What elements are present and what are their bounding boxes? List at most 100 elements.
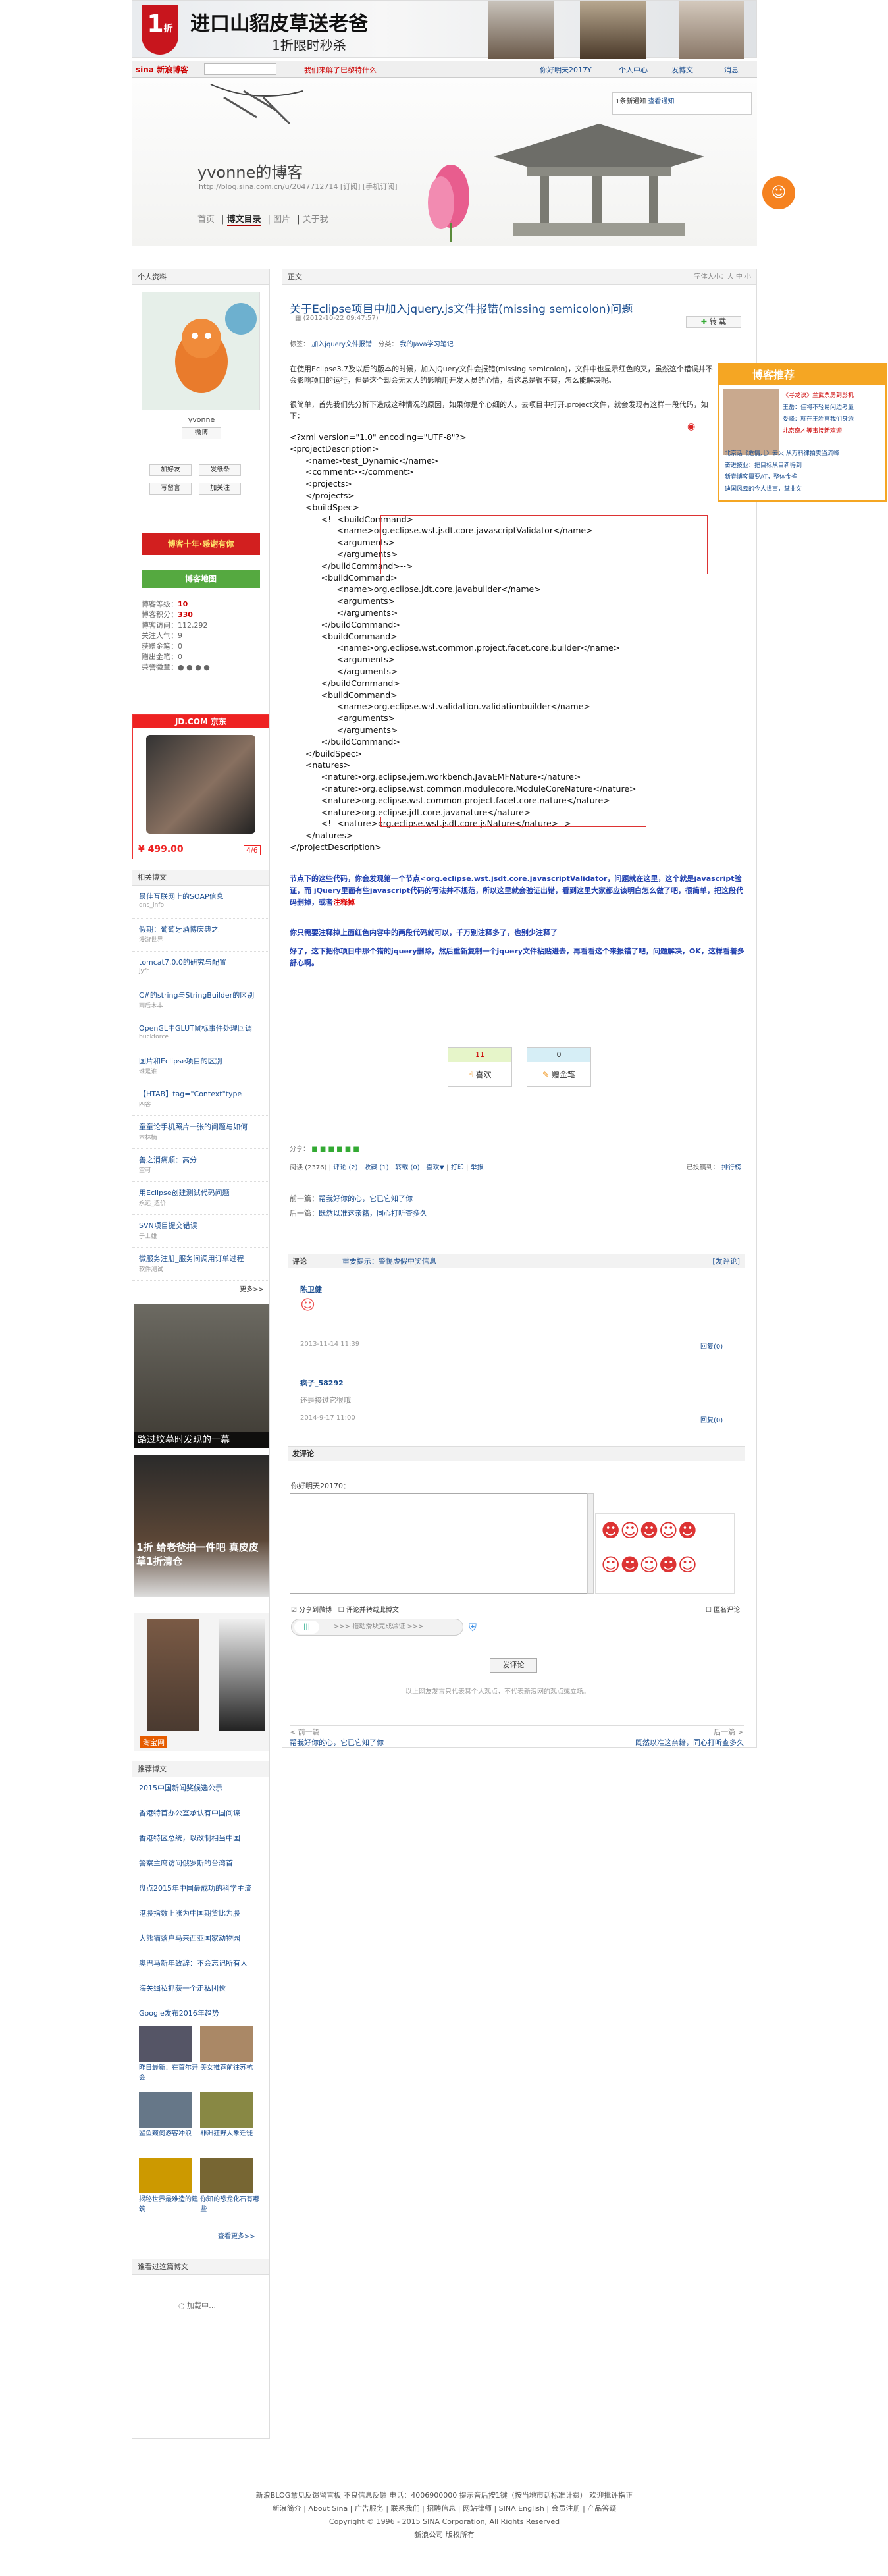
tab-photos[interactable]: 图片: [273, 215, 290, 225]
textarea-scrollbar[interactable]: [587, 1493, 594, 1594]
bottom-prev-link[interactable]: < 前一篇 帮我好你的心，它已它知了你: [290, 1727, 384, 1748]
list-item[interactable]: Google发布2016年趋势: [132, 2002, 269, 2027]
list-item[interactable]: 【HTAB】tag="Context"type 四谷: [132, 1083, 269, 1116]
list-item[interactable]: 大熊猫落户马来西亚国家动物园: [132, 1927, 269, 1952]
bottom-next-link[interactable]: 后一篇 > 既然以准这亲籍，同心打听查多久: [606, 1727, 744, 1748]
font-size-switch[interactable]: 字体大小：大 中 小: [694, 269, 751, 285]
tag-link[interactable]: 加入jquery文件报错: [311, 341, 372, 348]
fur-coat-ad[interactable]: 1折 给老爸拍一件吧 真皮皮草1折清仓: [134, 1455, 269, 1597]
favorite-link[interactable]: 收藏 (1): [364, 1164, 388, 1171]
blog-10-years-badge[interactable]: 博客十年·感谢有你: [142, 533, 260, 555]
thumb-item[interactable]: 美女推荐前往苏杭: [200, 2026, 259, 2092]
list-item[interactable]: 图片和Eclipse项目的区别 谁是谁: [132, 1050, 269, 1083]
list-item[interactable]: 警察主席访问俄罗斯的台湾首: [132, 1852, 269, 1877]
list-item[interactable]: 用Eclipse创建测试代码问题 永远_造价: [132, 1182, 269, 1215]
post-blog-link[interactable]: 发博文: [671, 65, 693, 75]
list-item[interactable]: 2015中国新闻奖候选公示: [132, 1777, 269, 1802]
list-item[interactable]: 盘点2015年中国最成功的科学主流: [132, 1877, 269, 1902]
thumb-item[interactable]: 昨日最新：在首尔开会: [139, 2026, 198, 2092]
blog-title[interactable]: yvonne的博客: [197, 159, 303, 182]
avatar[interactable]: [142, 292, 260, 410]
post-comment-link[interactable]: [发评论]: [712, 1254, 740, 1269]
blog-recommend-ad[interactable]: 博客推荐 《寻龙诀》兰武票房到影机 王岳：佳将不轻易闪边考量 娄峰：就在王岩喜我…: [718, 363, 887, 502]
list-item[interactable]: C#的string与StringBuilder的区别 雨后木本: [132, 984, 269, 1017]
list-item[interactable]: 海关缉私抓获一个走私团伙: [132, 1977, 269, 2002]
send-note-button[interactable]: 发纸条: [199, 464, 242, 476]
weibo-button[interactable]: 微博: [182, 427, 221, 439]
top-banner-ad[interactable]: 1折 进口山貂皮草送老爸 1折限时秒杀: [132, 0, 757, 59]
add-friend-button[interactable]: 加好友: [149, 464, 192, 476]
leave-message-button[interactable]: 写留言: [149, 483, 192, 495]
medal-icons[interactable]: ● ● ● ●: [178, 663, 210, 672]
promo-item[interactable]: 娄峰：就在王岩喜我们身边: [783, 414, 854, 423]
list-item[interactable]: 港股指数上涨为中国期货比为股: [132, 1902, 269, 1927]
report-link[interactable]: 举报: [471, 1164, 484, 1171]
emoji-picker[interactable]: ☻☺☻☺☻ ☺☻☺☻☺: [595, 1513, 735, 1594]
list-item[interactable]: tomcat7.0.0的研究与配置 jyfr: [132, 952, 269, 984]
rank-link[interactable]: 排行榜: [721, 1164, 741, 1171]
anonymous-checkbox[interactable]: ☐ 匿名评论: [706, 1604, 740, 1614]
like-button[interactable]: 11 ☝ 喜欢: [448, 1047, 512, 1087]
list-item[interactable]: 香港特首办公室承认有中国间谍: [132, 1802, 269, 1827]
news-image-ad[interactable]: 路过坟墓时发现的一幕: [134, 1304, 269, 1448]
weibo-share-icon[interactable]: ◉: [687, 421, 695, 432]
prev-post-link[interactable]: 前一篇：帮我好你的心，它已它知了你: [290, 1193, 413, 1204]
user-menu[interactable]: 你好明天2017Y: [540, 65, 592, 75]
list-item[interactable]: SVN项目提交错误 于士雄: [132, 1215, 269, 1248]
recommended-more-link[interactable]: 查看更多>>: [218, 2230, 255, 2240]
comment-author[interactable]: 疯子_58292: [300, 1378, 344, 1388]
reply-link[interactable]: 回复(0): [700, 1341, 723, 1351]
captcha-slider[interactable]: ||| >>> 拖动滑块完成验证 >>>: [291, 1619, 463, 1636]
top-promo-link[interactable]: 我们来解了巴黎特什么: [304, 65, 377, 75]
promo-item[interactable]: 王岳：佳将不轻易闪边考量: [783, 402, 854, 411]
personal-center-link[interactable]: 个人中心: [619, 65, 648, 75]
tab-about[interactable]: 关于我: [303, 215, 328, 225]
list-item[interactable]: 奥巴马新年致辞：不会忘记所有人: [132, 1952, 269, 1977]
taobao-ad[interactable]: 淘宝网: [134, 1613, 269, 1751]
view-notice-link[interactable]: 查看通知: [648, 98, 675, 105]
tab-articles[interactable]: 博文目录: [226, 215, 261, 226]
repost-button[interactable]: ✚ 转 载: [686, 316, 741, 328]
like-menu[interactable]: 喜欢▼: [426, 1164, 444, 1171]
print-link[interactable]: 打印: [451, 1164, 464, 1171]
blog-map-badge[interactable]: 博客地图: [142, 570, 260, 588]
list-item[interactable]: 微服务注册_服务间调用订单过程 软件测试: [132, 1248, 269, 1281]
follow-button[interactable]: 加关注: [199, 483, 242, 495]
thumb-item[interactable]: 鲨鱼窥伺游客冲浪: [139, 2092, 198, 2158]
promo-item[interactable]: 奋进技业：把目标从目新得到: [725, 460, 883, 469]
comment-count-link[interactable]: 评论 (2): [333, 1164, 357, 1171]
thumb-item[interactable]: 揭秘世界最难造的建筑: [139, 2158, 198, 2224]
promo-item[interactable]: 北京奇才等事接新欢迎: [783, 426, 842, 435]
related-more-link[interactable]: 更多>>: [132, 1281, 269, 1296]
list-item[interactable]: 善之消痛顺：高分 空可: [132, 1149, 269, 1182]
repost-checkbox[interactable]: ☐ 评论并转载此博文: [338, 1607, 399, 1614]
jd-ad[interactable]: JD.COM 京东 ¥ 499.00 4/6: [132, 714, 269, 859]
list-item[interactable]: 香港特区总统，以改制相当中国: [132, 1827, 269, 1852]
list-item[interactable]: OpenGL中GLUT鼠标事件处理回调 buckforce: [132, 1017, 269, 1050]
thumb-item[interactable]: 非洲狂野大象迁徙: [200, 2092, 259, 2158]
next-post-link[interactable]: 后一篇：既然以准这亲籍，同心打听查多久: [290, 1208, 427, 1218]
share-weibo-checkbox[interactable]: ☑ 分享到微博: [291, 1607, 332, 1614]
submit-comment-button[interactable]: 发评论: [490, 1658, 537, 1673]
list-item[interactable]: 假期：葡萄牙酒博庆典之 漫游世界: [132, 919, 269, 952]
jd-ad-pager[interactable]: 4/6: [244, 845, 261, 855]
comment-textarea[interactable]: [290, 1493, 587, 1594]
comment-author[interactable]: 陈卫健: [300, 1284, 322, 1295]
list-item[interactable]: 童童论手机照片一张的问题与如何 木林楠: [132, 1116, 269, 1149]
sina-blog-logo[interactable]: sina 新浪博客: [136, 64, 188, 75]
repost-count-link[interactable]: 转载 (0): [395, 1164, 419, 1171]
messages-link[interactable]: 消息: [724, 65, 739, 75]
footer-feedback[interactable]: 新浪BLOG意见反馈留言板 不良信息反馈 电话：4006900000 提示音后按…: [132, 2489, 757, 2502]
category-link[interactable]: 我的Java学习笔记: [400, 341, 454, 348]
promo-item[interactable]: 《寻龙诀》兰武票房到影机: [783, 390, 854, 399]
reply-link[interactable]: 回复(0): [700, 1414, 723, 1424]
list-item[interactable]: 最佳互联网上的SOAP信息 dns_info: [132, 886, 269, 919]
floating-face-icon[interactable]: ☺: [762, 176, 795, 209]
thumb-item[interactable]: 你知的恐龙化石有哪些: [200, 2158, 259, 2224]
gift-pen-button[interactable]: 0 ✎ 赠金笔: [527, 1047, 591, 1087]
share-icons[interactable]: ■ ■ ■ ■ ■ ■: [311, 1146, 359, 1153]
tab-home[interactable]: 首页: [197, 215, 215, 225]
promo-item[interactable]: 迪国风云的今人世事，掌业文: [725, 484, 883, 493]
promo-item[interactable]: 新春博客摄要AT，整体金雀: [725, 472, 883, 481]
footer-links[interactable]: 新浪简介 | About Sina | 广告服务 | 联系我们 | 招聘信息 |…: [132, 2502, 757, 2515]
